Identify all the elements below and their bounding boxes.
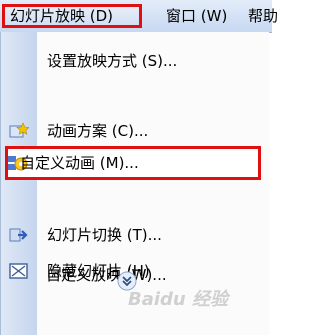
menu-help[interactable]: 帮助 bbox=[244, 4, 282, 28]
menu-window[interactable]: 窗口 (W) bbox=[162, 4, 231, 28]
menu-item-custom-animation[interactable]: 自定义动画 (M)... bbox=[5, 146, 261, 180]
menu-item-setup-show[interactable]: 设置放映方式 (S)... bbox=[1, 44, 269, 78]
animation-scheme-icon bbox=[9, 122, 30, 140]
menu-item-label: 幻灯片切换 (T)... bbox=[47, 226, 162, 244]
menu-item-animation-schemes[interactable]: 动画方案 (C)... bbox=[1, 114, 269, 148]
menu-bar: 幻灯片放映 (D) 窗口 (W) 帮助 bbox=[0, 0, 278, 33]
menu-slideshow[interactable]: 幻灯片放映 (D) bbox=[2, 4, 142, 28]
menu-item-slide-transition[interactable]: 幻灯片切换 (T)... bbox=[1, 218, 269, 252]
menu-item-label: 设置放映方式 (S)... bbox=[47, 52, 178, 70]
menu-item-label: 自定义动画 (M)... bbox=[20, 154, 139, 172]
menu-item-label: 动画方案 (C)... bbox=[47, 122, 149, 140]
watermark: Baidu 经验 bbox=[128, 289, 229, 310]
slide-transition-icon bbox=[9, 226, 29, 244]
